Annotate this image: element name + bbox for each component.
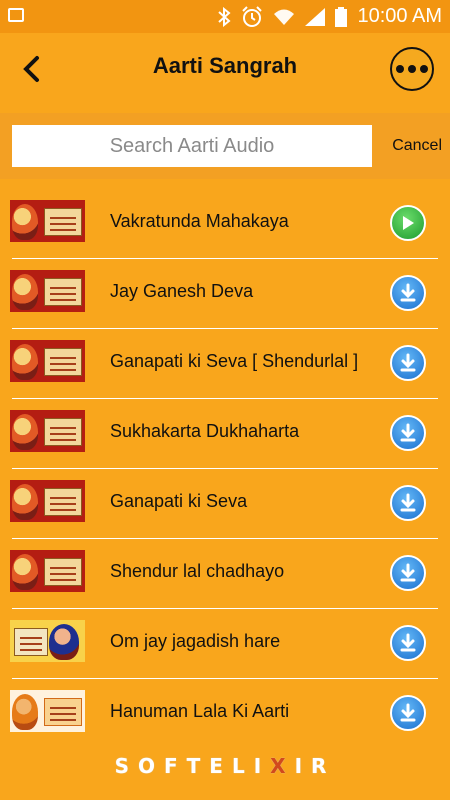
download-icon [400,493,416,512]
more-options-button[interactable] [390,47,434,91]
bluetooth-icon [218,6,232,27]
aarti-title: Hanuman Lala Ki Aarti [110,701,290,721]
download-button[interactable] [390,555,426,591]
status-bar: 10:00 AM [0,0,450,33]
more-dot-icon [396,65,404,73]
aarti-thumbnail [10,480,85,522]
battery-icon [335,6,348,27]
more-dot-icon [408,65,416,73]
list-item[interactable]: Om jay jagadish hare [0,608,450,678]
search-bar: Cancel [0,113,450,179]
softelixir-logo: SOFTELIXIR [114,754,336,778]
aarti-title: Ganapati ki Seva [110,491,248,511]
list-item[interactable]: Ganapati ki Seva [ Shendurlal ] [0,328,450,398]
aarti-thumbnail [10,410,85,452]
aarti-title: Sukhakarta Dukhaharta [110,421,300,441]
download-button[interactable] [390,485,426,521]
play-button[interactable] [390,205,426,241]
download-icon [400,283,416,302]
list-item[interactable]: Jay Ganesh Deva [0,258,450,328]
aarti-thumbnail [10,690,85,732]
status-time: 10:00 AM [357,5,442,27]
alarm-icon [242,5,263,27]
download-button[interactable] [390,625,426,661]
aarti-title: Jay Ganesh Deva [110,281,254,301]
download-icon [400,703,416,722]
list-item[interactable]: Ganapati ki Seva [0,468,450,538]
list-item[interactable]: Hanuman Lala Ki Aarti [0,678,450,748]
aarti-thumbnail [10,340,85,382]
signal-icon [305,7,326,26]
aarti-thumbnail [10,270,85,312]
aarti-thumbnail [10,200,85,242]
cancel-button[interactable]: Cancel [392,137,442,155]
download-button[interactable] [390,415,426,451]
list-item[interactable]: Vakratunda Mahakaya [0,188,450,258]
download-icon [400,353,416,372]
aarti-list: Vakratunda Mahakaya Jay Ganesh Deva Ganapa… [0,188,450,748]
download-icon [400,563,416,582]
aarti-title: Ganapati ki Seva [ Shendurlal ] [110,351,359,371]
aarti-title: Vakratunda Mahakaya [110,211,289,231]
download-button[interactable] [390,345,426,381]
download-button[interactable] [390,695,426,731]
download-icon [400,633,416,652]
list-item[interactable]: Shendur lal chadhayo [0,538,450,608]
play-icon [403,216,414,230]
aarti-title: Om jay jagadish hare [110,631,281,651]
app-header: Aarti Sangrah [0,33,450,113]
download-icon [400,423,416,442]
page-title: Aarti Sangrah [152,53,298,78]
aarti-title: Shendur lal chadhayo [110,561,285,581]
gallery-notification-icon [8,8,24,22]
more-dot-icon [420,65,428,73]
list-item[interactable]: Sukhakarta Dukhaharta [0,398,450,468]
wifi-icon [274,9,295,25]
aarti-thumbnail [10,550,85,592]
search-input[interactable] [12,125,372,167]
download-button[interactable] [390,275,426,311]
aarti-thumbnail [10,620,85,662]
